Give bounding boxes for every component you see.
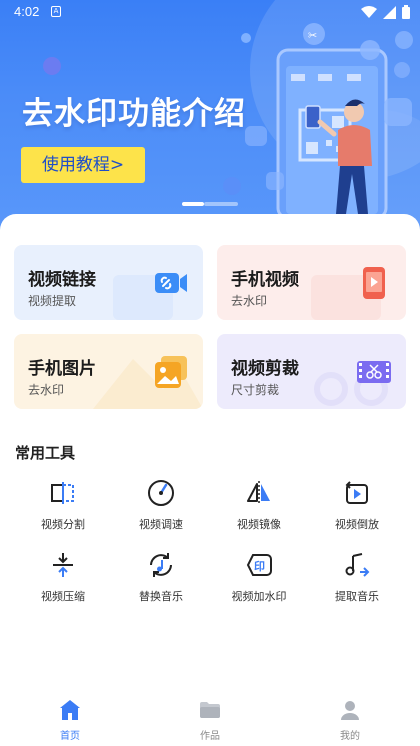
tool-video-compress[interactable]: 视频压缩 xyxy=(14,550,112,610)
add-watermark-icon: 印 xyxy=(246,554,272,576)
tool-label: 视频压缩 xyxy=(41,590,85,603)
card-title: 视频剪裁 xyxy=(231,359,299,379)
tool-label: 视频分割 xyxy=(41,518,85,531)
battery-icon xyxy=(402,5,410,19)
banner[interactable]: ✂ 4:02 A 去水印功能介绍 使用教程> xyxy=(0,0,420,240)
app-screen: ✂ 4:02 A 去水印功能介绍 使用教程> 视频链接 视频提取 手机视频 去水… xyxy=(0,0,420,746)
link-video-icon xyxy=(155,273,187,293)
nav-mine[interactable]: 我的 xyxy=(310,698,390,742)
card-subtitle: 尺寸剪裁 xyxy=(231,383,280,397)
split-icon xyxy=(51,482,74,504)
replace-music-icon xyxy=(150,553,172,577)
nav-label: 首页 xyxy=(60,731,80,742)
banner-title: 去水印功能介绍 xyxy=(22,96,246,132)
phone-video-icon xyxy=(363,267,385,299)
svg-text:印: 印 xyxy=(254,560,265,573)
tool-video-speed[interactable]: 视频调速 xyxy=(112,478,210,538)
nav-home[interactable]: 首页 xyxy=(30,698,110,742)
nav-label: 作品 xyxy=(200,731,220,742)
card-title: 手机图片 xyxy=(28,359,96,379)
svg-text:✂: ✂ xyxy=(308,29,317,42)
signal-icon xyxy=(383,5,396,19)
tool-label: 替换音乐 xyxy=(139,590,183,603)
banner-indicator-active xyxy=(182,202,204,206)
tool-label: 提取音乐 xyxy=(335,590,379,603)
image-icon xyxy=(155,356,187,388)
nav-label: 我的 xyxy=(340,731,360,742)
bottom-nav: 首页 作品 我的 xyxy=(0,690,420,746)
film-scissors-icon xyxy=(357,361,391,383)
tool-label: 视频倒放 xyxy=(335,518,379,531)
status-right xyxy=(361,5,410,19)
tool-label: 视频加水印 xyxy=(231,590,287,603)
wifi-icon xyxy=(361,6,377,18)
user-icon xyxy=(341,701,359,720)
card-title: 手机视频 xyxy=(231,270,299,290)
card-video-crop[interactable]: 视频剪裁 尺寸剪裁 xyxy=(217,334,406,409)
reverse-play-icon xyxy=(345,481,368,504)
tool-replace-music[interactable]: 替换音乐 xyxy=(112,550,210,610)
speed-gauge-icon xyxy=(148,480,174,506)
status-time: 4:02 xyxy=(14,4,40,19)
card-subtitle: 去水印 xyxy=(231,294,268,308)
nav-works[interactable]: 作品 xyxy=(170,698,250,742)
card-subtitle: 视频提取 xyxy=(28,294,77,308)
card-phone-video[interactable]: 手机视频 去水印 xyxy=(217,245,406,320)
main-content: 视频链接 视频提取 手机视频 去水印 手机图片 去水印 视频剪裁 尺寸剪裁 常用… xyxy=(0,214,420,746)
tool-video-mirror[interactable]: 视频镜像 xyxy=(210,478,308,538)
card-title: 视频链接 xyxy=(28,270,96,290)
folder-icon xyxy=(200,702,220,718)
card-video-link[interactable]: 视频链接 视频提取 xyxy=(14,245,203,320)
tool-video-split[interactable]: 视频分割 xyxy=(14,478,112,538)
banner-indicator xyxy=(204,202,238,206)
tool-video-reverse[interactable]: 视频倒放 xyxy=(308,478,406,538)
tool-extract-music[interactable]: 提取音乐 xyxy=(308,550,406,610)
tool-add-watermark[interactable]: 印 视频加水印 xyxy=(210,550,308,610)
card-phone-image[interactable]: 手机图片 去水印 xyxy=(14,334,203,409)
tool-label: 视频镜像 xyxy=(237,518,281,531)
notification-a-icon: A xyxy=(51,6,61,17)
card-subtitle: 去水印 xyxy=(28,383,65,397)
home-icon xyxy=(60,700,80,720)
tools-section-title: 常用工具 xyxy=(15,444,76,462)
tool-label: 视频调速 xyxy=(139,518,183,531)
extract-music-icon xyxy=(345,553,370,577)
status-bar: 4:02 A xyxy=(0,0,420,24)
mirror-icon xyxy=(247,481,270,505)
compress-icon xyxy=(53,553,73,577)
tutorial-button[interactable]: 使用教程> xyxy=(21,147,145,183)
